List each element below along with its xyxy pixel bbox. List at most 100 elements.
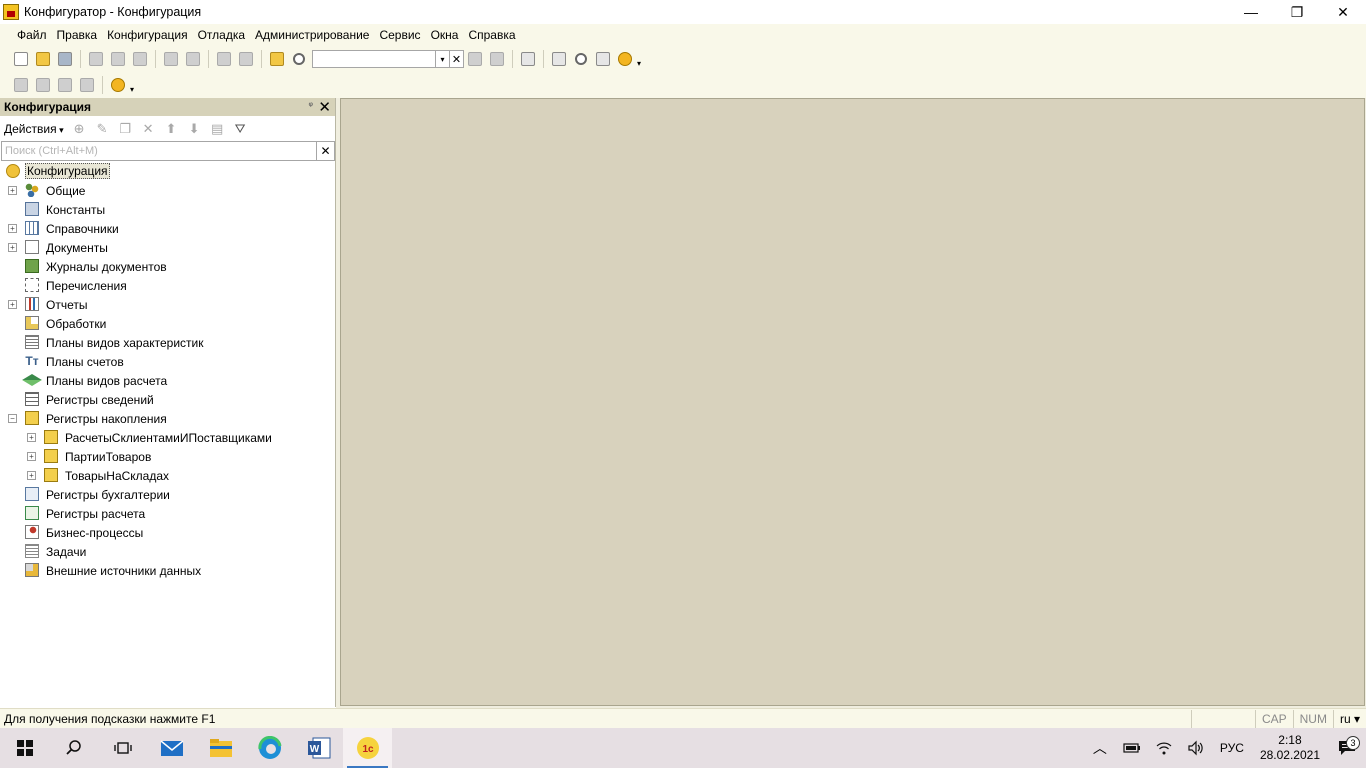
start-button[interactable] <box>0 728 49 768</box>
tree-item-documents[interactable]: + Документы <box>0 238 334 257</box>
tree-item-external-data-sources[interactable]: Внешние источники данных <box>0 561 334 580</box>
about-button[interactable] <box>614 48 636 70</box>
sort-button[interactable]: ▤ <box>206 119 229 139</box>
delete-button[interactable]: ✕ <box>137 119 160 139</box>
search-help-button[interactable] <box>570 48 592 70</box>
tree-item-enums[interactable]: Перечисления <box>0 276 334 295</box>
print-preview-button[interactable] <box>182 48 204 70</box>
taskbar-explorer[interactable] <box>196 728 245 768</box>
volume-button[interactable] <box>1180 740 1212 756</box>
language-selector[interactable]: ru ▾ <box>1332 709 1366 728</box>
expand-icon[interactable]: + <box>27 433 36 442</box>
actions-menu[interactable]: Действия <box>4 122 64 136</box>
system-tray: ︿ РУС 2:18 28.02.2021 3 <box>1084 728 1366 768</box>
start-debugging-button[interactable] <box>107 74 129 96</box>
help-contents-button[interactable] <box>592 48 614 70</box>
syntax-helper-button[interactable] <box>548 48 570 70</box>
tree-item-reports[interactable]: + Отчеты <box>0 295 334 314</box>
find-button[interactable] <box>288 48 310 70</box>
save-button[interactable] <box>54 48 76 70</box>
menu-windows[interactable]: Окна <box>426 28 464 42</box>
tree-item-chart-of-calculation-types[interactable]: Планы видов расчета <box>0 371 334 390</box>
debug-more-icon[interactable]: ▾ <box>130 85 134 94</box>
menu-debug[interactable]: Отладка <box>193 28 250 42</box>
toolbar-search-clear[interactable]: ✕ <box>450 50 464 68</box>
toolbar-search-dropdown[interactable]: ▾ <box>436 50 450 68</box>
minimize-button[interactable]: — <box>1228 0 1274 24</box>
tree-item-accounting-registers[interactable]: Регистры бухгалтерии <box>0 485 334 504</box>
update-database-button[interactable] <box>76 74 98 96</box>
print-button[interactable] <box>160 48 182 70</box>
panel-close-button[interactable]: ✕ <box>318 98 331 116</box>
tree-item-chart-of-accounts[interactable]: Тт Планы счетов <box>0 352 334 371</box>
undo-button[interactable] <box>213 48 235 70</box>
windows-button[interactable] <box>517 48 539 70</box>
tree-item-accumulation-registers[interactable]: − Регистры накопления <box>0 409 334 428</box>
pin-icon[interactable]: ᵠ <box>309 100 313 110</box>
find-in-folder-button[interactable] <box>266 48 288 70</box>
tree-item-business-processes[interactable]: Бизнес-процессы <box>0 523 334 542</box>
redo-button[interactable] <box>235 48 257 70</box>
tree-item-constants[interactable]: Константы <box>0 200 334 219</box>
expand-icon[interactable]: + <box>27 452 36 461</box>
tray-expand-button[interactable]: ︿ <box>1084 738 1116 758</box>
network-button[interactable] <box>1148 740 1180 756</box>
clock[interactable]: 2:18 28.02.2021 <box>1252 733 1328 763</box>
toolbar-search-input[interactable] <box>312 50 436 68</box>
copy-object-button[interactable]: ❐ <box>114 119 137 139</box>
taskbar-word[interactable]: W <box>294 728 343 768</box>
restore-button[interactable]: ❐ <box>1274 0 1320 24</box>
add-button[interactable]: ⊕ <box>68 119 91 139</box>
expand-icon[interactable]: + <box>27 471 36 480</box>
move-up-button[interactable]: ⬆ <box>160 119 183 139</box>
database-config-button[interactable] <box>54 74 76 96</box>
menu-file[interactable]: Файл <box>8 28 52 42</box>
panel-search-input[interactable] <box>1 141 317 161</box>
taskbar-edge[interactable] <box>245 728 294 768</box>
battery-button[interactable] <box>1116 742 1148 754</box>
find-previous-button[interactable] <box>486 48 508 70</box>
open-button[interactable] <box>32 48 54 70</box>
taskbar-search-button[interactable] <box>49 728 98 768</box>
menu-service[interactable]: Сервис <box>374 28 425 42</box>
edit-button[interactable]: ✎ <box>91 119 114 139</box>
menu-help[interactable]: Справка <box>463 28 520 42</box>
tree-item-goods-batches-register[interactable]: + ПартииТоваров <box>0 447 334 466</box>
close-button[interactable]: ✕ <box>1320 0 1366 24</box>
expand-icon[interactable]: + <box>8 224 17 233</box>
tree-item-chart-of-characteristics[interactable]: Планы видов характеристик <box>0 333 334 352</box>
tree-root[interactable]: Конфигурация <box>0 162 334 181</box>
cut-button[interactable] <box>85 48 107 70</box>
close-configuration-button[interactable] <box>32 74 54 96</box>
paste-button[interactable] <box>129 48 151 70</box>
taskbar-mail[interactable] <box>147 728 196 768</box>
expand-icon[interactable]: + <box>8 243 17 252</box>
tree-item-common[interactable]: + Общие <box>0 181 334 200</box>
tree-item-processings[interactable]: Обработки <box>0 314 334 333</box>
tree-item-catalogs[interactable]: + Справочники <box>0 219 334 238</box>
collapse-icon[interactable]: − <box>8 414 17 423</box>
notification-center-button[interactable]: 3 <box>1328 736 1366 756</box>
tree-item-journals[interactable]: Журналы документов <box>0 257 334 276</box>
copy-button[interactable] <box>107 48 129 70</box>
taskbar-1c[interactable]: 1c <box>343 728 392 768</box>
input-language-indicator[interactable]: РУС <box>1212 741 1252 755</box>
open-configuration-button[interactable] <box>10 74 32 96</box>
tree-item-information-registers[interactable]: Регистры сведений <box>0 390 334 409</box>
new-file-button[interactable] <box>10 48 32 70</box>
tree-item-settlements-register[interactable]: + РасчетыСклиентамиИПоставщиками <box>0 428 334 447</box>
menu-edit[interactable]: Правка <box>52 28 103 42</box>
expand-icon[interactable]: + <box>8 186 17 195</box>
filter-button[interactable]: ⛛ <box>229 119 252 139</box>
tree-item-calculation-registers[interactable]: Регистры расчета <box>0 504 334 523</box>
expand-icon[interactable]: + <box>8 300 17 309</box>
task-view-button[interactable] <box>98 728 147 768</box>
tree-item-warehouse-goods-register[interactable]: + ТоварыНаСкладах <box>0 466 334 485</box>
menu-administration[interactable]: Администрирование <box>250 28 374 42</box>
panel-search-clear[interactable]: ✕ <box>317 141 335 161</box>
tree-item-tasks[interactable]: Задачи <box>0 542 334 561</box>
menu-configuration[interactable]: Конфигурация <box>102 28 193 42</box>
toolbar-more-icon[interactable]: ▾ <box>637 59 641 68</box>
move-down-button[interactable]: ⬇ <box>183 119 206 139</box>
find-next-button[interactable] <box>464 48 486 70</box>
